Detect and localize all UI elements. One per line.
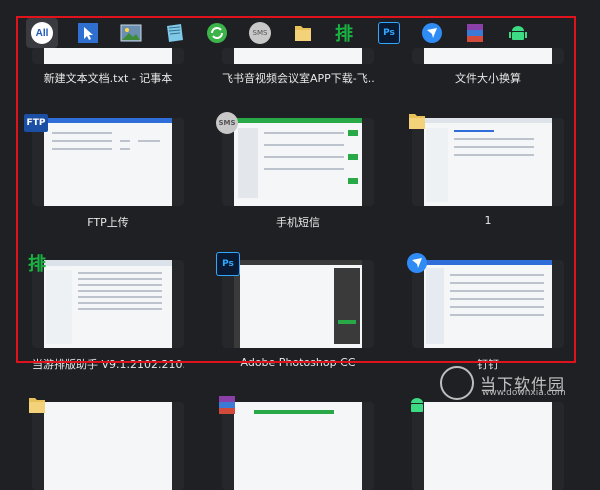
filter-photo-viewer-button[interactable] bbox=[118, 20, 144, 46]
paiban-icon: 排 bbox=[335, 24, 353, 45]
window-thumbnail bbox=[32, 260, 184, 348]
window-thumbnail bbox=[222, 260, 374, 348]
window-thumbnail bbox=[412, 260, 564, 348]
all-icon: All bbox=[31, 22, 53, 44]
window-thumbnail bbox=[412, 118, 564, 206]
paiban-icon: 排 bbox=[28, 254, 46, 275]
window-caption: 1 bbox=[484, 214, 492, 227]
notepad-icon bbox=[167, 24, 183, 42]
window-caption: FTP上传 bbox=[87, 216, 129, 229]
filter-notepad-button[interactable] bbox=[161, 20, 187, 46]
filter-cursor-button[interactable] bbox=[75, 20, 101, 46]
window-caption: 文件大小换算 bbox=[455, 72, 521, 85]
filter-winrar-button[interactable] bbox=[462, 20, 488, 46]
window-caption: 飞书音视频会议室APP下载-飞... bbox=[222, 72, 374, 85]
folder-icon bbox=[29, 398, 45, 413]
android-icon bbox=[411, 398, 423, 412]
filter-folder-button[interactable] bbox=[290, 20, 316, 46]
window-thumbnail bbox=[222, 118, 374, 206]
filter-all-button[interactable]: All bbox=[26, 18, 58, 48]
winrar-icon bbox=[467, 24, 483, 42]
window-caption: 手机短信 bbox=[276, 216, 320, 229]
window-thumbnail bbox=[222, 48, 374, 64]
dingtalk-icon bbox=[422, 23, 442, 43]
dingtalk-icon bbox=[407, 253, 427, 273]
winrar-icon bbox=[219, 396, 235, 414]
window-thumbnail bbox=[32, 48, 184, 64]
folder-icon bbox=[409, 114, 425, 129]
filter-dingtalk-button[interactable] bbox=[419, 20, 445, 46]
window-thumbnail bbox=[32, 118, 184, 206]
sms-icon: SMS bbox=[249, 22, 271, 44]
window-caption: 新建文本文档.txt - 记事本 bbox=[43, 72, 173, 85]
ftp-icon: FTP bbox=[24, 114, 48, 132]
filter-sms-button[interactable]: SMS bbox=[247, 20, 273, 46]
window-caption: Adobe Photoshop CC bbox=[240, 356, 356, 369]
app-filter-bar: All SMS 排 Ps bbox=[26, 18, 531, 48]
android-icon bbox=[509, 26, 527, 40]
photo-viewer-icon bbox=[120, 24, 142, 42]
window-thumbnail bbox=[412, 402, 564, 490]
folder-icon bbox=[295, 26, 311, 41]
filter-photoshop-button[interactable]: Ps bbox=[376, 20, 402, 46]
window-caption: 当游排版助手 V9.1.2102.210... bbox=[32, 358, 184, 371]
filter-paiban-button[interactable]: 排 bbox=[333, 20, 359, 46]
filter-refresh-button[interactable] bbox=[204, 20, 230, 46]
downxia-logo-icon bbox=[440, 366, 474, 400]
window-thumbnail bbox=[412, 48, 564, 64]
window-thumbnail bbox=[32, 402, 184, 490]
refresh-icon bbox=[207, 23, 227, 43]
cursor-icon bbox=[78, 23, 98, 43]
window-thumbnail bbox=[222, 402, 374, 490]
watermark-url: www.downxia.com bbox=[482, 388, 566, 398]
photoshop-icon: Ps bbox=[378, 22, 400, 44]
filter-android-button[interactable] bbox=[505, 20, 531, 46]
sms-icon: SMS bbox=[216, 112, 238, 134]
photoshop-icon: Ps bbox=[216, 252, 240, 276]
